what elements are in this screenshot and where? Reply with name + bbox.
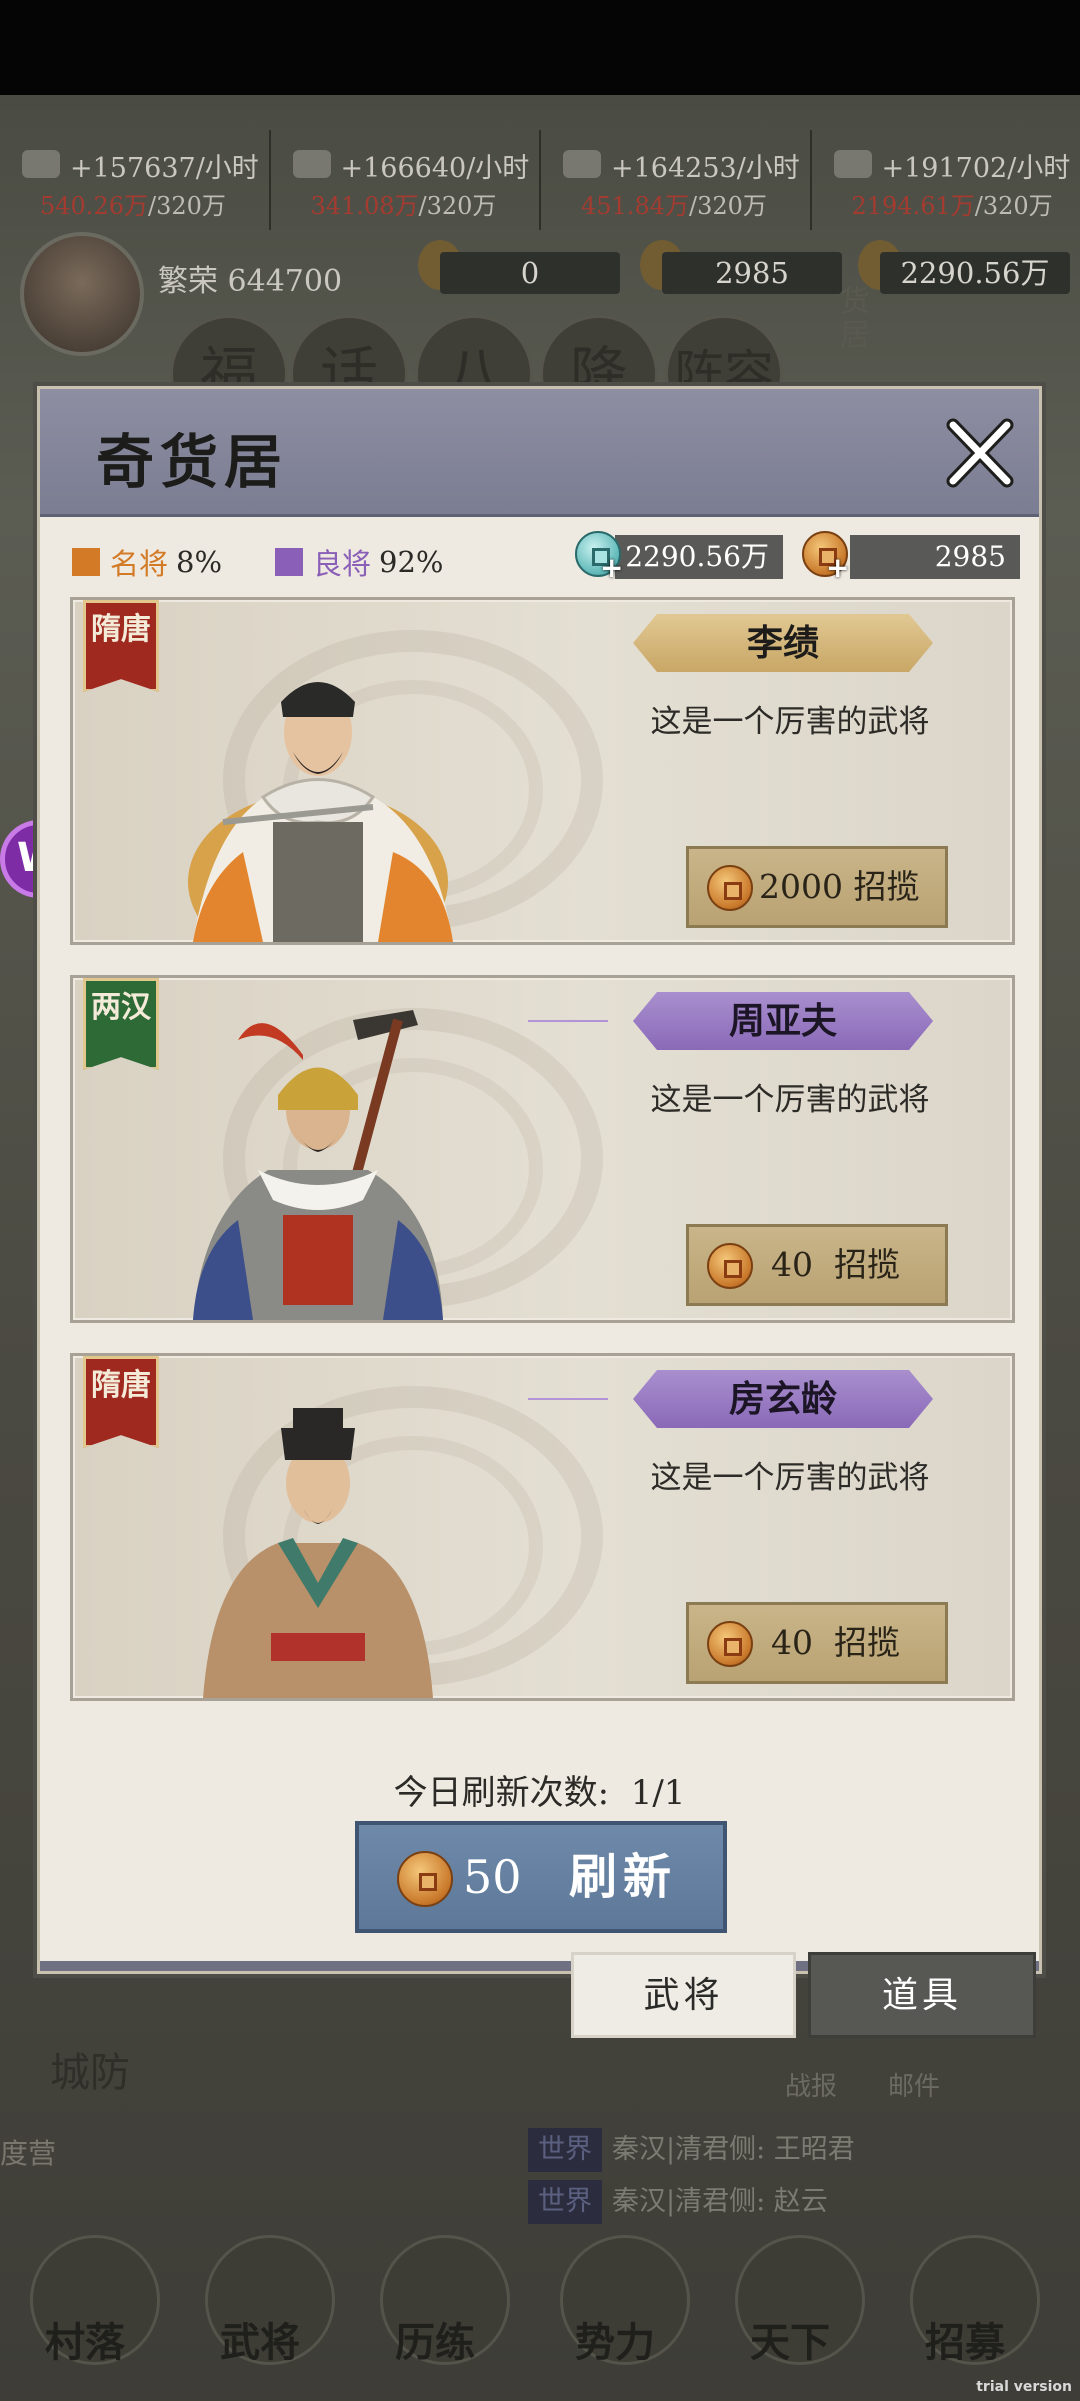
era-badge: 两汉 bbox=[83, 978, 159, 1070]
gold-coin-icon bbox=[397, 1851, 453, 1907]
general-portrait bbox=[193, 1010, 443, 1320]
bg-label-huoju: 货居 bbox=[840, 284, 870, 353]
recruit-button[interactable]: 40 招揽 bbox=[686, 1224, 948, 1306]
player-avatar[interactable] bbox=[20, 232, 144, 356]
legend-good-pct: 92% bbox=[379, 545, 444, 579]
general-description: 这是一个厉害的武将 bbox=[650, 1082, 930, 1118]
iron-icon bbox=[833, 150, 872, 178]
resource-cap: 2194.61万/320万 bbox=[851, 192, 1053, 220]
recruit-cost: 40 招揽 bbox=[771, 1245, 900, 1284]
general-description: 这是一个厉害的武将 bbox=[650, 1460, 930, 1496]
stat-c: 2290.56万 bbox=[880, 252, 1070, 294]
resource-rate: +191702/小时 bbox=[881, 153, 1071, 184]
chat-line[interactable]: 世界 秦汉|清君侧: 王昭君 bbox=[528, 2128, 855, 2172]
era-badge: 隋唐 bbox=[83, 1356, 159, 1448]
resource-cap: 341.08万/320万 bbox=[310, 192, 497, 220]
jade-currency-value: 2290.56万 bbox=[615, 535, 783, 579]
nav-village-label: 村落 bbox=[45, 2319, 125, 2366]
food-icon bbox=[22, 150, 60, 178]
name-banner-line bbox=[528, 1020, 608, 1022]
general-card: 两汉 周亚夫 这是一个厉害的武将 40 招揽 bbox=[70, 975, 1015, 1323]
resource-stone[interactable]: +166640/小时 341.08万/320万 bbox=[271, 130, 541, 230]
name-banner-line bbox=[528, 1398, 608, 1400]
status-bar bbox=[0, 0, 1080, 95]
recruit-cost: 40 招揽 bbox=[771, 1623, 900, 1662]
wood-icon bbox=[563, 150, 601, 178]
bg-label-youjian: 邮件 bbox=[888, 2072, 941, 2102]
refresh-count: 今日刷新次数: 1/1 bbox=[393, 1773, 686, 1813]
resource-rate: +166640/小时 bbox=[340, 153, 530, 184]
good-swatch bbox=[275, 548, 303, 576]
legend-famous-pct: 8% bbox=[176, 545, 223, 579]
bg-label-zhanbao: 战报 bbox=[785, 2072, 838, 2102]
general-portrait bbox=[188, 682, 453, 942]
rare-goods-modal: 奇货居 名将 8% 良将 92% 2290.56万 + 2985 + 隋唐 李绩… bbox=[37, 386, 1042, 1974]
resource-food[interactable]: +157637/小时 540.26万/320万 bbox=[0, 130, 271, 230]
prosperity: 繁荣 644700 bbox=[158, 264, 343, 299]
stat-b: 2985 bbox=[662, 252, 842, 294]
nav-world-label: 天下 bbox=[750, 2319, 830, 2366]
recruit-button[interactable]: 40 招揽 bbox=[686, 1602, 948, 1684]
era-badge: 隋唐 bbox=[83, 600, 159, 692]
refresh-label: 刷新 bbox=[569, 1849, 678, 1905]
refresh-button[interactable]: 50 刷新 bbox=[355, 1821, 727, 1933]
general-card: 隋唐 房玄龄 这是一个厉害的武将 40 招揽 bbox=[70, 1353, 1015, 1701]
bg-label-duying: 度营 bbox=[0, 2137, 57, 2170]
modal-header: 奇货居 bbox=[40, 389, 1039, 517]
watermark: trial version bbox=[976, 2379, 1072, 2395]
legend-good: 良将 92% bbox=[275, 541, 443, 583]
tab-generals[interactable]: 武将 bbox=[571, 1952, 796, 2038]
gold-currency-value: 2985 bbox=[850, 535, 1020, 579]
refresh-cost: 50 bbox=[463, 1850, 522, 1904]
general-name: 李绩 bbox=[633, 614, 933, 672]
stone-icon bbox=[292, 150, 331, 178]
famous-swatch bbox=[72, 548, 100, 576]
gold-coin-icon bbox=[707, 1621, 753, 1667]
resource-wood[interactable]: +164253/小时 451.84万/320万 bbox=[541, 130, 812, 230]
recruit-cost: 2000 招揽 bbox=[759, 867, 920, 906]
nav-generals-label: 武将 bbox=[220, 2319, 300, 2366]
tab-items[interactable]: 道具 bbox=[808, 1952, 1036, 2038]
nav-recruit-label: 招募 bbox=[925, 2319, 1005, 2366]
general-name: 周亚夫 bbox=[633, 992, 933, 1050]
add-gold-icon[interactable]: + bbox=[826, 551, 849, 584]
gold-coin-icon bbox=[707, 1243, 753, 1289]
general-card: 隋唐 李绩 这是一个厉害的武将 2000 招揽 bbox=[70, 597, 1015, 945]
bg-label-chengfang: 城防 bbox=[50, 2050, 130, 2096]
add-jade-icon[interactable]: + bbox=[600, 551, 623, 584]
resource-iron[interactable]: +191702/小时 2194.61万/320万 bbox=[812, 130, 1080, 230]
resource-cap: 540.26万/320万 bbox=[40, 192, 226, 220]
general-description: 这是一个厉害的武将 bbox=[650, 704, 930, 740]
stat-a: 0 bbox=[440, 252, 620, 294]
resource-cap: 451.84万/320万 bbox=[581, 192, 767, 220]
gold-coin-icon bbox=[707, 865, 753, 911]
chat-line[interactable]: 世界 秦汉|清君侧: 赵云 bbox=[528, 2180, 828, 2224]
close-icon bbox=[946, 418, 1014, 488]
legend-good-label: 良将 bbox=[313, 547, 372, 581]
resource-rate: +157637/小时 bbox=[70, 153, 259, 184]
resource-rate: +164253/小时 bbox=[611, 153, 800, 184]
legend-famous-label: 名将 bbox=[110, 547, 169, 581]
recruit-button[interactable]: 2000 招揽 bbox=[686, 846, 948, 928]
close-button[interactable] bbox=[941, 415, 1017, 491]
general-portrait bbox=[203, 1408, 433, 1698]
nav-training-label: 历练 bbox=[395, 2319, 475, 2366]
nav-faction-label: 势力 bbox=[575, 2319, 655, 2366]
legend-famous: 名将 8% bbox=[72, 541, 222, 583]
modal-title: 奇货居 bbox=[96, 428, 289, 496]
resource-bar: +157637/小时 540.26万/320万 +166640/小时 341.0… bbox=[0, 130, 1080, 230]
general-name: 房玄龄 bbox=[633, 1370, 933, 1428]
